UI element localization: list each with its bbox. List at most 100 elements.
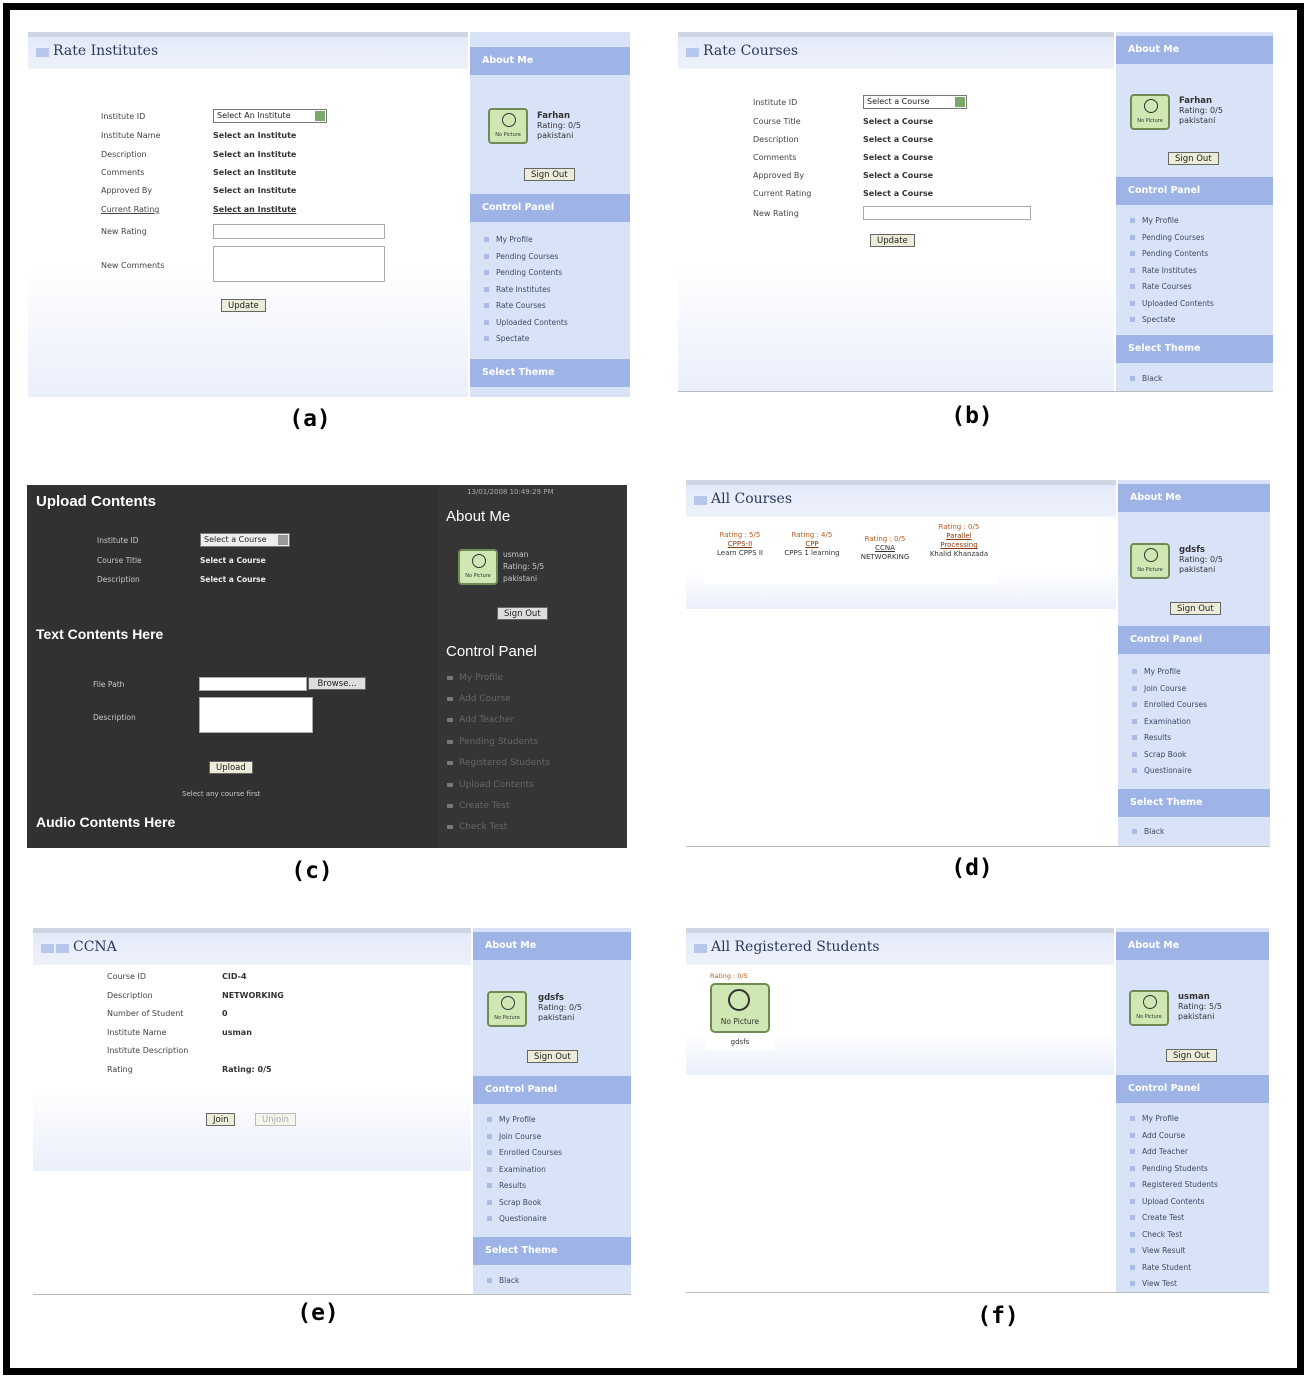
course-link[interactable]: Parallel Processing (928, 532, 990, 550)
sign-out-button[interactable]: Sign Out (497, 607, 548, 620)
menu-scrap-book[interactable]: Scrap Book (1118, 747, 1270, 764)
menu-rate-institutes[interactable]: Rate Institutes (1116, 263, 1273, 280)
new-rating-input[interactable] (863, 206, 1031, 220)
menu-rate-institutes[interactable]: Rate Institutes (470, 282, 630, 299)
menu-my-profile[interactable]: My Profile (1118, 664, 1270, 681)
rating-value: Rating: 0/5 (222, 1065, 272, 1074)
student-card[interactable]: Rating : 0/5 No Picture gdsfs (705, 970, 775, 1050)
label-file-path: File Path (93, 680, 125, 689)
header-icon (41, 944, 54, 953)
avatar: No Picture (488, 108, 528, 144)
menu-results[interactable]: Results (1118, 730, 1270, 747)
menu-upload-contents[interactable]: Upload Contents (447, 780, 534, 790)
course-select[interactable]: Select a Course (863, 95, 967, 109)
label-new-comments: New Comments (101, 261, 165, 270)
upload-button[interactable]: Upload (209, 761, 253, 774)
menu-results[interactable]: Results (473, 1178, 631, 1195)
sidebar: About Me No Picture gdsfs Rating: 0/5 paki… (1118, 480, 1270, 846)
course-card[interactable]: Rating : 5/5 CPPS-II Learn CPPS II (708, 531, 772, 558)
join-button[interactable]: Join (206, 1113, 236, 1126)
course-card[interactable]: Rating : 0/5 CCNA NETWORKING (852, 535, 918, 562)
institute-select[interactable]: Select An Institute (213, 109, 327, 123)
menu-pending-students[interactable]: Pending Students (447, 737, 538, 747)
menu-spectate[interactable]: Spectate (470, 331, 630, 348)
theme-black[interactable]: Black (1116, 371, 1273, 388)
menu-enrolled-courses[interactable]: Enrolled Courses (473, 1145, 631, 1162)
sign-out-button[interactable]: Sign Out (1168, 152, 1219, 165)
menu-upload-contents[interactable]: Upload Contents (1116, 1194, 1269, 1211)
menu-uploaded-contents[interactable]: Uploaded Contents (470, 315, 630, 332)
menu-create-test[interactable]: Create Test (447, 801, 510, 811)
new-comments-textarea[interactable] (213, 246, 385, 282)
menu-spectate[interactable]: Spectate (1116, 312, 1273, 329)
menu-pending-contents[interactable]: Pending Contents (470, 265, 630, 282)
sign-out-button[interactable]: Sign Out (527, 1050, 578, 1063)
menu-check-test[interactable]: Check Test (447, 822, 507, 832)
sidebar: About Me No Picture Farhan Rating: 0/5 pak… (1116, 32, 1273, 391)
menu-registered-students[interactable]: Registered Students (447, 758, 550, 768)
menu-pending-courses[interactable]: Pending Courses (1116, 230, 1273, 247)
menu-pending-courses[interactable]: Pending Courses (470, 249, 630, 266)
menu-examination[interactable]: Examination (473, 1162, 631, 1179)
menu-create-test[interactable]: Create Test (1116, 1210, 1269, 1227)
menu-pending-contents[interactable]: Pending Contents (1116, 246, 1273, 263)
text-contents-heading: Text Contents Here (36, 626, 164, 642)
course-card[interactable]: Rating : 4/5 CPP CPPS 1 learning (780, 531, 844, 558)
menu-view-result[interactable]: View Result (1116, 1243, 1269, 1260)
menu-my-profile[interactable]: My Profile (447, 673, 503, 683)
course-link[interactable]: CPPS-II (708, 540, 772, 549)
control-panel-menu: My Profile Add Course Add Teacher Pendin… (1116, 1111, 1269, 1293)
control-panel-menu: My Profile Join Course Enrolled Courses … (1118, 664, 1270, 780)
menu-join-course[interactable]: Join Course (473, 1129, 631, 1146)
menu-registered-students[interactable]: Registered Students (1116, 1177, 1269, 1194)
sidebar: About Me No Picture gdsfs Rating: 0/5 paki… (473, 928, 631, 1294)
menu-questionaire[interactable]: Questionaire (473, 1211, 631, 1228)
sign-out-button[interactable]: Sign Out (1166, 1049, 1217, 1062)
description-textarea[interactable] (199, 697, 313, 733)
sign-out-button[interactable]: Sign Out (524, 168, 575, 181)
course-link[interactable]: CCNA (852, 544, 918, 553)
menu-check-test[interactable]: Check Test (1116, 1227, 1269, 1244)
menu-enrolled-courses[interactable]: Enrolled Courses (1118, 697, 1270, 714)
course-link[interactable]: CPP (780, 540, 844, 549)
new-rating-input[interactable] (213, 224, 385, 239)
course-detail: Course ID CID-4 Description NETWORKING N… (33, 965, 471, 1171)
theme-black[interactable]: Black (1118, 824, 1270, 841)
unjoin-button[interactable]: Unjoin (255, 1113, 296, 1126)
label-course-id: Course ID (107, 972, 146, 981)
course-card[interactable]: Rating : 0/5 Parallel Processing Khalid … (928, 523, 990, 559)
menu-examination[interactable]: Examination (1118, 714, 1270, 731)
select-theme-heading: Select Theme (1128, 343, 1201, 354)
menu-join-course[interactable]: Join Course (1118, 681, 1270, 698)
menu-add-course[interactable]: Add Course (1116, 1128, 1269, 1145)
menu-rate-student[interactable]: Rate Student (1116, 1260, 1269, 1277)
current-rating-value: Select a Course (863, 189, 934, 198)
smiley-icon (1143, 995, 1157, 1009)
theme-black[interactable]: Black (473, 1273, 631, 1290)
menu-my-profile[interactable]: My Profile (470, 232, 630, 249)
menu-add-teacher[interactable]: Add Teacher (447, 715, 514, 725)
file-path-input[interactable] (199, 677, 307, 691)
menu-questionaire[interactable]: Questionaire (1118, 763, 1270, 780)
description-value: Select a Course (863, 135, 934, 144)
menu-pending-students[interactable]: Pending Students (1116, 1161, 1269, 1178)
menu-my-profile[interactable]: My Profile (473, 1112, 631, 1129)
menu-add-teacher[interactable]: Add Teacher (1116, 1144, 1269, 1161)
menu-scrap-book[interactable]: Scrap Book (473, 1195, 631, 1212)
menu-my-profile[interactable]: My Profile (1116, 1111, 1269, 1128)
menu-rate-courses[interactable]: Rate Courses (1116, 279, 1273, 296)
menu-my-profile[interactable]: My Profile (1116, 213, 1273, 230)
student-name[interactable]: gdsfs (705, 1038, 775, 1046)
update-button[interactable]: Update (870, 234, 915, 247)
about-me-heading: About Me (482, 55, 534, 66)
update-button[interactable]: Update (221, 299, 266, 312)
browse-button[interactable]: Browse... (308, 677, 366, 690)
student-avatar: No Picture (710, 983, 770, 1033)
menu-add-course[interactable]: Add Course (447, 694, 511, 704)
sign-out-button[interactable]: Sign Out (1170, 602, 1221, 615)
menu-rate-courses[interactable]: Rate Courses (470, 298, 630, 315)
course-select[interactable]: Select a Course (200, 533, 290, 547)
menu-uploaded-contents[interactable]: Uploaded Contents (1116, 296, 1273, 313)
menu-view-test[interactable]: View Test (1116, 1276, 1269, 1293)
panel-d-all-courses: All Courses Rating : 5/5 CPPS-II Learn C… (686, 480, 1270, 848)
